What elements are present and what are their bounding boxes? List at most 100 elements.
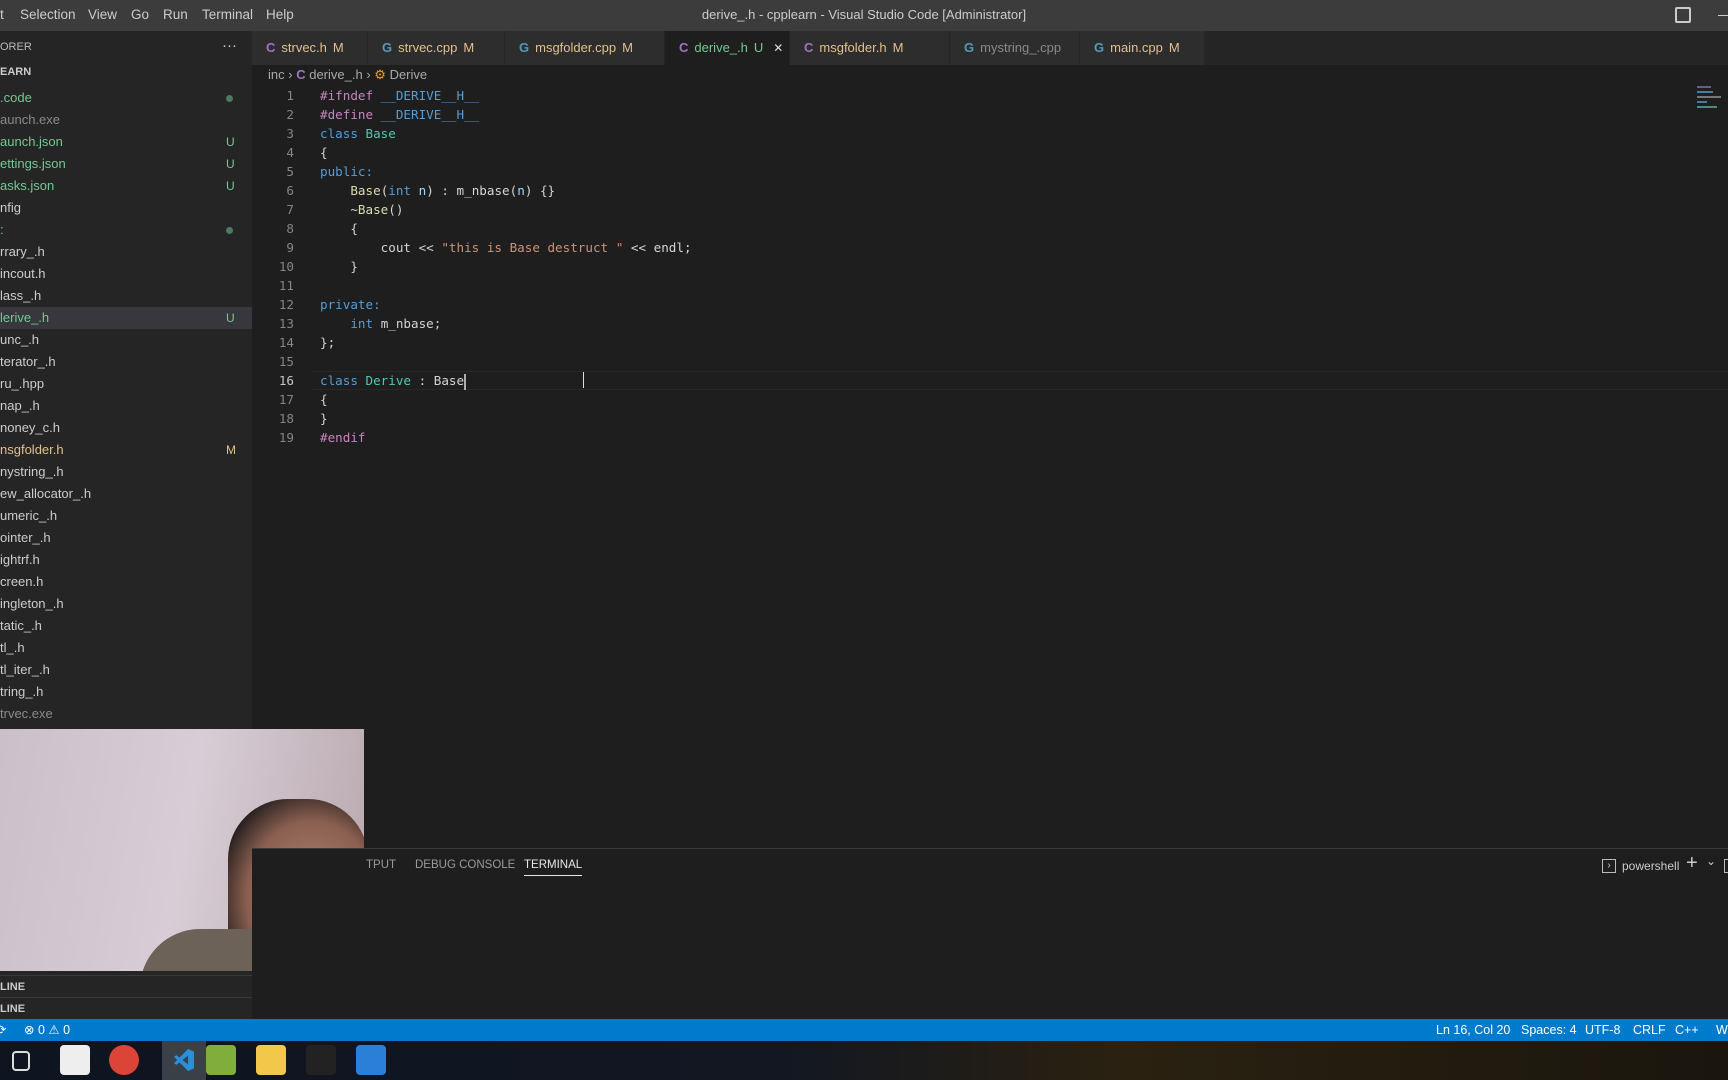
minimize-button[interactable] <box>1718 15 1728 16</box>
code-line[interactable]: Base(int n) : m_nbase(n) {} <box>320 181 555 200</box>
close-icon[interactable]: ✕ <box>773 41 783 55</box>
windows-taskbar <box>0 1041 1728 1080</box>
code-editor[interactable]: 1 #ifndef __DERIVE__H__ 2 #define __DERIVE_… <box>252 86 1728 846</box>
tree-item[interactable]: tl_.h <box>0 637 252 659</box>
tab-label: msgfolder.cpp <box>535 40 617 55</box>
code-token: }; <box>320 335 336 350</box>
breadcrumb-folder[interactable]: inc <box>268 67 285 82</box>
tab-strvec-cpp[interactable]: Gstrvec.cpp M <box>368 31 505 65</box>
tree-item[interactable]: ightrf.h <box>0 549 252 571</box>
tree-item[interactable]: ointer_.h <box>0 527 252 549</box>
breadcrumb-symbol[interactable]: Derive <box>390 67 428 82</box>
sync-icon[interactable]: ⟳ <box>0 1019 6 1041</box>
outline-header[interactable]: LINE <box>0 975 252 997</box>
code-line[interactable]: { <box>320 219 358 238</box>
tree-item[interactable]: noney_c.h <box>0 417 252 439</box>
code-line[interactable]: class Derive : Base <box>320 371 467 390</box>
code-line[interactable]: { <box>320 390 328 409</box>
tree-item[interactable]: unc_.h <box>0 329 252 351</box>
tree-item[interactable]: incout.h <box>0 263 252 285</box>
tree-item[interactable]: ew_allocator_.h <box>0 483 252 505</box>
tree-item[interactable]: asks.json U <box>0 175 252 197</box>
tab-msgfolder-cpp[interactable]: Gmsgfolder.cpp M <box>505 31 665 65</box>
tab-terminal[interactable]: TERMINAL <box>524 859 583 876</box>
code-token: } <box>320 259 358 274</box>
tab-strvec-h[interactable]: Cstrvec.h M <box>252 31 368 65</box>
platform-indicator[interactable]: Wi <box>1716 1019 1728 1041</box>
tab-mystring-cpp[interactable]: Gmystring_.cpp <box>950 31 1080 65</box>
tree-item[interactable]: ru_.hpp <box>0 373 252 395</box>
indentation[interactable]: Spaces: 4 <box>1521 1019 1577 1041</box>
tree-item[interactable]: nystring_.h <box>0 461 252 483</box>
code-line[interactable]: public: <box>320 162 373 181</box>
tab-msgfolder-h[interactable]: Cmsgfolder.h M <box>790 31 950 65</box>
tree-item[interactable]: aunch.exe <box>0 109 252 131</box>
tree-item-label: lass_.h <box>0 288 42 303</box>
code-token: << endl; <box>623 240 692 255</box>
problems-indicator[interactable]: ⊗ 0 ⚠ 0 <box>24 1019 70 1041</box>
tree-item[interactable]: rrary_.h <box>0 241 252 263</box>
split-terminal-icon[interactable] <box>1724 859 1728 873</box>
tree-item[interactable]: nfig <box>0 197 252 219</box>
code-token: private: <box>320 297 381 312</box>
code-line[interactable]: } <box>320 257 358 276</box>
code-line[interactable]: class Base <box>320 124 396 143</box>
tree-item[interactable]: aunch.json U <box>0 131 252 153</box>
new-terminal-button[interactable]: + <box>1686 852 1698 875</box>
tree-item-label: ointer_.h <box>0 530 51 545</box>
tree-item[interactable]: .code <box>0 87 252 109</box>
tree-item[interactable]: : <box>0 219 252 241</box>
tab-main-cpp[interactable]: Gmain.cpp M <box>1080 31 1205 65</box>
tree-item[interactable]: terator_.h <box>0 351 252 373</box>
task-view-icon[interactable] <box>12 1051 30 1071</box>
cursor-position[interactable]: Ln 16, Col 20 <box>1436 1019 1510 1041</box>
tree-item[interactable]: trvec.exe <box>0 703 252 725</box>
code-line[interactable]: #define __DERIVE__H__ <box>320 105 479 124</box>
code-line[interactable]: ~Base() <box>320 200 403 219</box>
code-line[interactable]: cout << "this is Base destruct " << endl… <box>320 238 692 257</box>
terminal-selector[interactable]: powershell <box>1622 859 1679 873</box>
code-line[interactable]: #endif <box>320 428 366 447</box>
tree-item[interactable]: nsgfolder.h M <box>0 439 252 461</box>
tree-item[interactable]: tring_.h <box>0 681 252 703</box>
tab-debug-console[interactable]: DEBUG CONSOLE <box>415 859 515 871</box>
encoding[interactable]: UTF-8 <box>1585 1019 1620 1041</box>
timeline-header[interactable]: LINE <box>0 997 252 1019</box>
language-mode[interactable]: C++ <box>1675 1019 1699 1041</box>
chrome-icon[interactable] <box>109 1045 139 1075</box>
camera-icon[interactable] <box>306 1045 336 1075</box>
title-bar: t Selection View Go Run Terminal Help derive_.… <box>0 0 1728 31</box>
tree-item[interactable]: creen.h <box>0 571 252 593</box>
code-line[interactable]: } <box>320 409 328 428</box>
file-explorer-icon[interactable] <box>256 1045 286 1075</box>
tree-item[interactable]: lass_.h <box>0 285 252 307</box>
tab-derive-h[interactable]: Cderive_.h U ✕ <box>665 31 790 65</box>
tree-item[interactable]: nap_.h <box>0 395 252 417</box>
line-ending[interactable]: CRLF <box>1633 1019 1666 1041</box>
outline-section: LINE LINE <box>0 975 252 1019</box>
tree-item[interactable]: umeric_.h <box>0 505 252 527</box>
tree-item[interactable]: tatic_.h <box>0 615 252 637</box>
tree-item[interactable]: ingleton_.h <box>0 593 252 615</box>
tree-item[interactable]: ettings.json U <box>0 153 252 175</box>
tab-output[interactable]: TPUT <box>366 859 396 871</box>
layout-icon[interactable] <box>1675 7 1691 23</box>
code-line[interactable]: }; <box>320 333 335 352</box>
code-line[interactable]: private: <box>320 295 381 314</box>
more-actions-icon[interactable]: ··· <box>222 37 237 54</box>
tree-item[interactable]: lerive_.h U <box>0 307 252 329</box>
vscode-icon[interactable] <box>162 1041 206 1080</box>
code-line[interactable]: { <box>320 143 328 162</box>
code-line[interactable]: int m_nbase; <box>320 314 441 333</box>
photos-icon[interactable] <box>356 1045 386 1075</box>
minimap[interactable] <box>1697 86 1725 126</box>
notepad-icon[interactable] <box>206 1045 236 1075</box>
chevron-down-icon[interactable]: ⌄ <box>1706 854 1716 868</box>
tree-item[interactable]: tl_iter_.h <box>0 659 252 681</box>
code-line[interactable]: #ifndef __DERIVE__H__ <box>320 86 479 105</box>
workspace-root[interactable]: EARN <box>0 66 31 78</box>
tree-item-label: rrary_.h <box>0 244 45 259</box>
breadcrumb-file[interactable]: derive_.h <box>309 67 362 82</box>
tab-status: M <box>463 40 475 55</box>
store-icon[interactable] <box>60 1045 90 1075</box>
